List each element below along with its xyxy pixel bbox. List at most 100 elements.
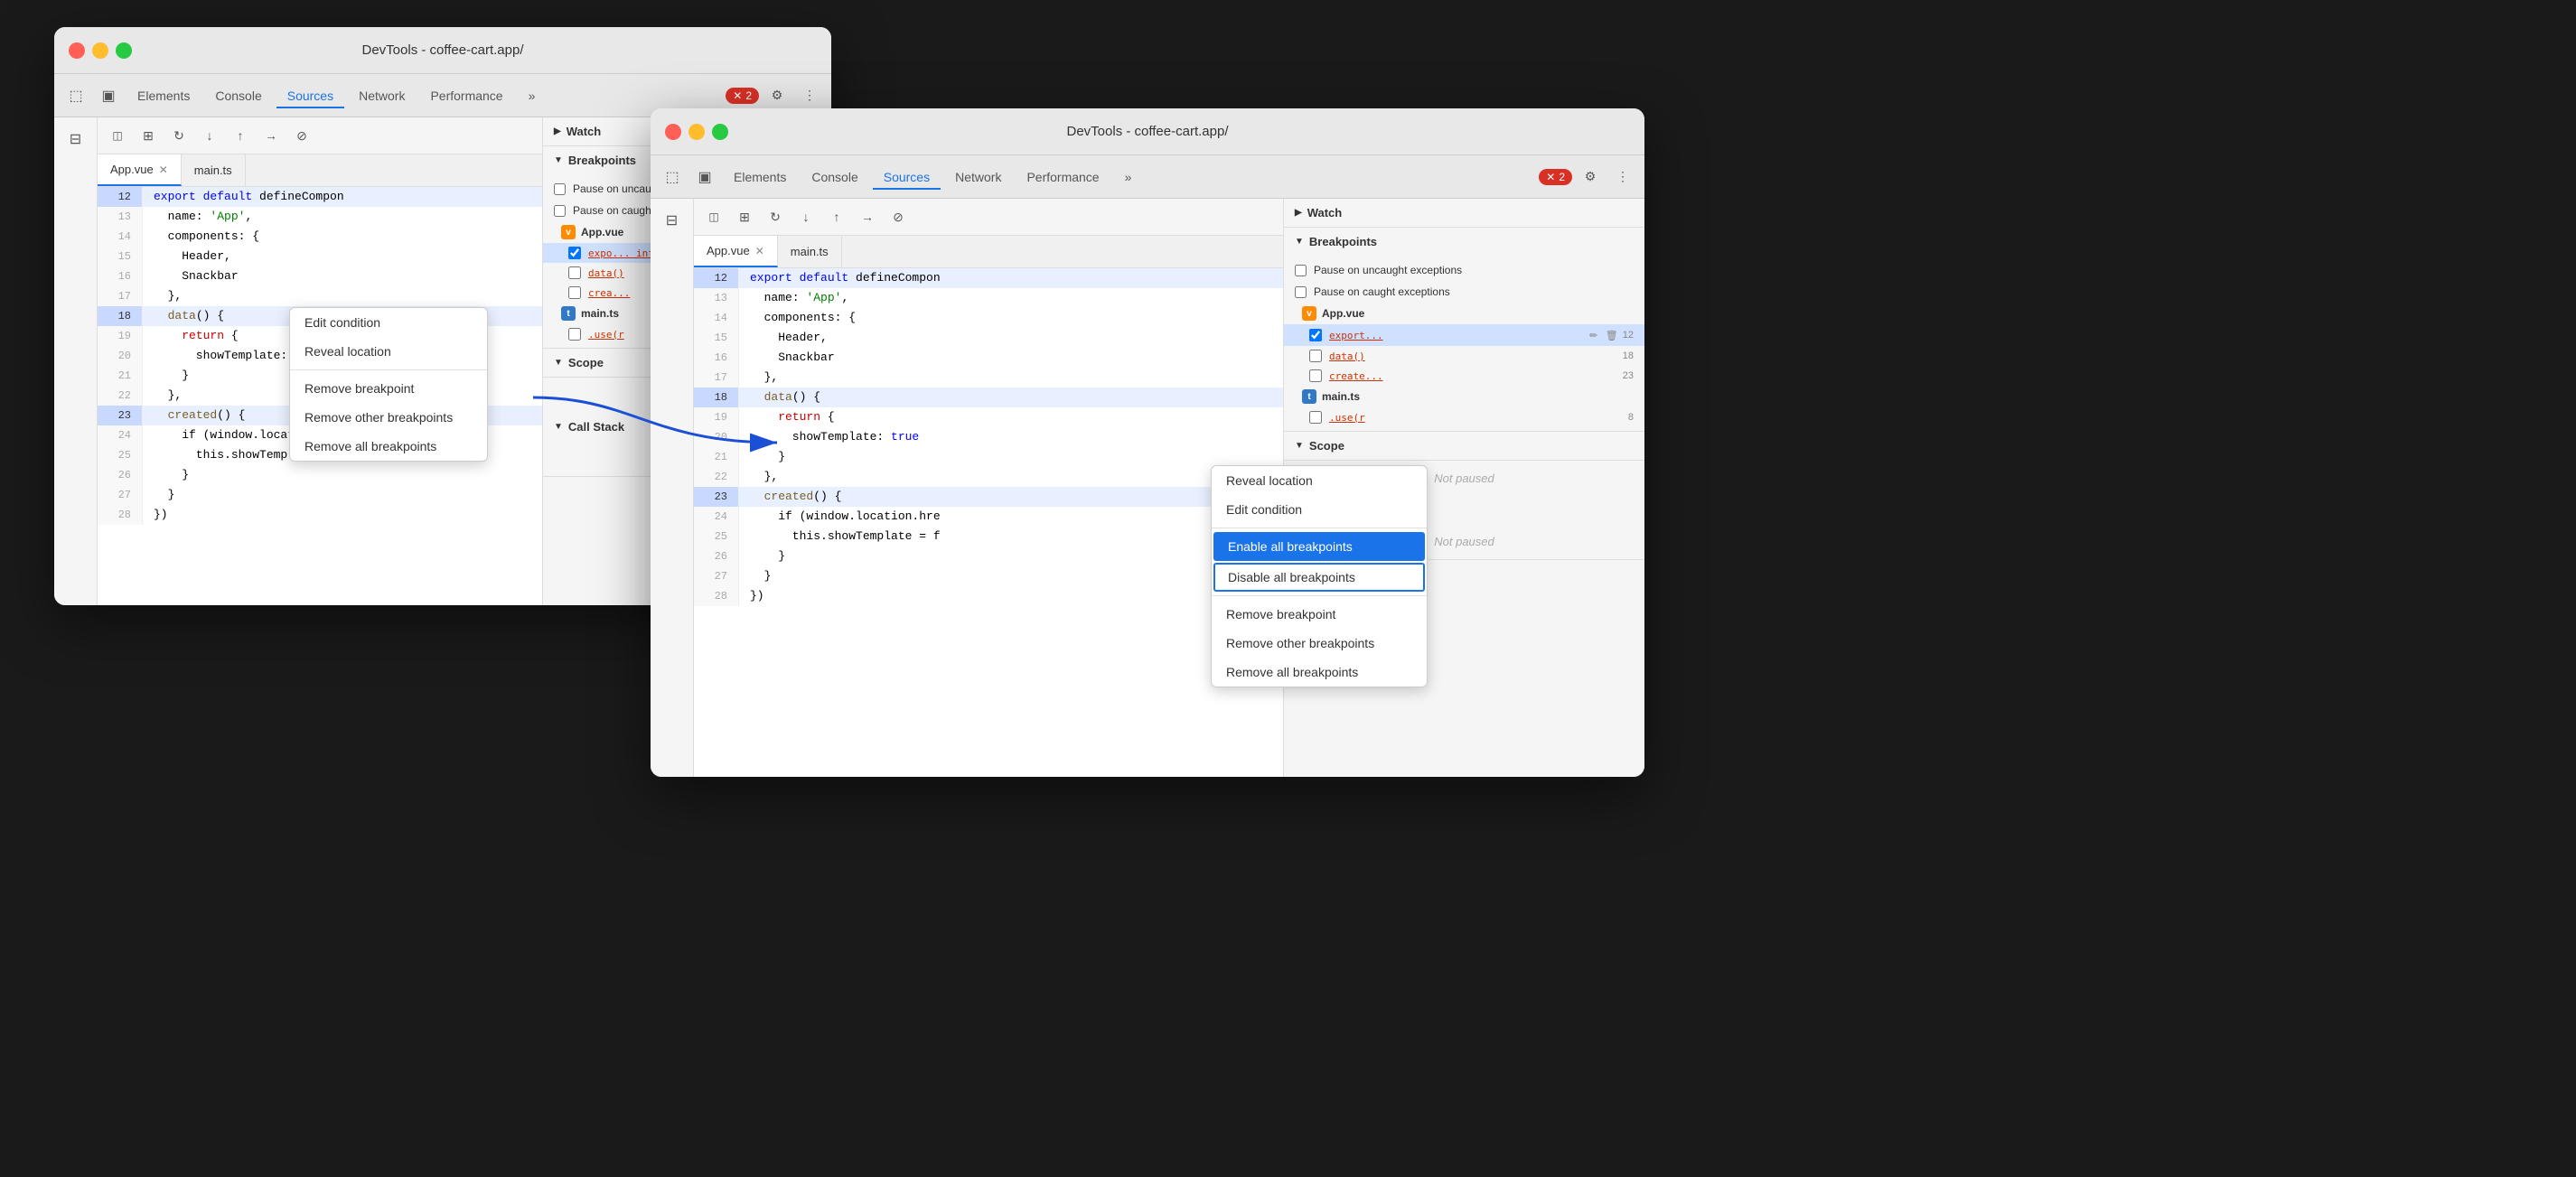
error-count-1: 2 [745, 89, 752, 102]
tab-elements-2[interactable]: Elements [723, 164, 797, 190]
tab-network-2[interactable]: Network [944, 164, 1012, 190]
cm-reveal-location-1[interactable]: Reveal location [290, 337, 487, 366]
maximize-button-2[interactable] [712, 124, 728, 140]
tab-performance-2[interactable]: Performance [1016, 164, 1110, 190]
context-menu-2: Reveal location Edit condition Enable al… [1211, 465, 1428, 687]
tab-sources-2[interactable]: Sources [873, 164, 941, 190]
bp-data-checkbox-1[interactable] [568, 266, 581, 279]
breakpoints-body-2: Pause on uncaught exceptions Pause on ca… [1284, 256, 1644, 431]
columns-btn-1[interactable]: ⊞ [136, 123, 161, 148]
code-line-13-2: 13 name: 'App', [694, 288, 1283, 308]
scope-header-2[interactable]: ▼ Scope [1284, 432, 1644, 460]
inspect-icon-2[interactable]: ⬚ [658, 163, 687, 191]
minimize-button-1[interactable] [92, 42, 108, 59]
minimize-button-2[interactable] [688, 124, 705, 140]
maximize-button-1[interactable] [116, 42, 132, 59]
deactivate-bp-2[interactable]: ⊘ [885, 204, 911, 229]
bp-export-checkbox-1[interactable] [568, 247, 581, 259]
bp-use-line-2: 8 [1628, 412, 1634, 423]
bp-edit-icon-2[interactable]: ✏ [1587, 328, 1601, 342]
sidebar-toggle-1[interactable]: ⊟ [61, 125, 90, 154]
step-out-2[interactable]: ↑ [824, 204, 849, 229]
panel-toggle-1[interactable]: ◫ [105, 123, 130, 148]
bp-created-checkbox-1[interactable] [568, 286, 581, 299]
continue-2[interactable]: → [855, 204, 880, 229]
bp-created-code-2[interactable]: create... [1329, 370, 1383, 382]
code-line-26-2: 26 } [694, 546, 1283, 566]
tab-sources-1[interactable]: Sources [276, 83, 344, 108]
bp-use-code-1[interactable]: .use(r [588, 329, 624, 341]
bp-data-code-2[interactable]: data() [1329, 350, 1365, 362]
cm-edit-condition-2[interactable]: Edit condition [1212, 495, 1427, 524]
bp-item-data-2: data() 18 [1284, 346, 1644, 366]
bp-export-code-2[interactable]: export... [1329, 330, 1383, 341]
breakpoints-header-2[interactable]: ▼ Breakpoints [1284, 228, 1644, 256]
file-tab-appvue-2[interactable]: App.vue ✕ [694, 236, 778, 267]
pause-caught-checkbox-1[interactable] [554, 205, 566, 217]
tab-performance-1[interactable]: Performance [419, 83, 513, 108]
cm-remove-bp-1[interactable]: Remove breakpoint [290, 374, 487, 403]
settings-icon-2[interactable]: ⚙ [1576, 163, 1605, 191]
bp-created-code-1[interactable]: crea... [588, 287, 630, 299]
cm-enable-all-2[interactable]: Enable all breakpoints [1213, 532, 1425, 561]
step-into-1[interactable]: ↓ [197, 123, 222, 148]
ts-icon-2: t [1302, 389, 1316, 404]
inspect-icon[interactable]: ⬚ [61, 81, 90, 110]
close-button-1[interactable] [69, 42, 85, 59]
toolbar-2: ◫ ⊞ ↻ ↓ ↑ → ⊘ [694, 199, 1283, 236]
close-button-2[interactable] [665, 124, 681, 140]
call-stack-label-1: Call Stack [568, 420, 624, 434]
pause-uncaught-checkbox-2[interactable] [1295, 265, 1307, 276]
bp-use-code-2[interactable]: .use(r [1329, 412, 1365, 424]
tab-more-1[interactable]: » [518, 83, 547, 108]
bp-data-checkbox-2[interactable] [1309, 350, 1322, 362]
bp-export-checkbox-2[interactable] [1309, 329, 1322, 341]
file-tab-appvue-1[interactable]: App.vue ✕ [98, 154, 182, 186]
bp-delete-icon-2[interactable]: 🗑 [1605, 328, 1619, 342]
tab-console-1[interactable]: Console [204, 83, 272, 108]
code-line-16-1: 16 Snackbar [98, 266, 542, 286]
tab-network-1[interactable]: Network [348, 83, 416, 108]
file-tab-close-2[interactable]: ✕ [755, 245, 764, 257]
tab-console-2[interactable]: Console [801, 164, 868, 190]
code-line-15-1: 15 Header, [98, 247, 542, 266]
code-line-26-1: 26 } [98, 465, 542, 485]
file-tab-close-1[interactable]: ✕ [159, 163, 168, 176]
step-over-2[interactable]: ↻ [763, 204, 788, 229]
more-icon-1[interactable]: ⋮ [795, 81, 824, 110]
scope-arrow-2: ▼ [1295, 441, 1304, 451]
bp-file-maints-label-1: main.ts [581, 307, 619, 320]
bp-use-checkbox-2[interactable] [1309, 411, 1322, 424]
cm-remove-other-1[interactable]: Remove other breakpoints [290, 403, 487, 432]
cm-remove-all-1[interactable]: Remove all breakpoints [290, 432, 487, 461]
columns-btn-2[interactable]: ⊞ [732, 204, 757, 229]
pause-caught-checkbox-2[interactable] [1295, 286, 1307, 298]
more-icon-2[interactable]: ⋮ [1608, 163, 1637, 191]
deactivate-bp-1[interactable]: ⊘ [289, 123, 314, 148]
panel-toggle-2[interactable]: ◫ [701, 204, 726, 229]
continue-1[interactable]: → [258, 123, 284, 148]
bp-data-code-1[interactable]: data() [588, 267, 624, 279]
pause-uncaught-checkbox-1[interactable] [554, 183, 566, 195]
cm-remove-all-2[interactable]: Remove all breakpoints [1212, 658, 1427, 687]
cm-disable-all-2[interactable]: Disable all breakpoints [1213, 563, 1425, 592]
cm-remove-other-2[interactable]: Remove other breakpoints [1212, 629, 1427, 658]
titlebar-1: DevTools - coffee-cart.app/ [54, 27, 831, 74]
watch-header-2[interactable]: ▶ Watch [1284, 199, 1644, 227]
step-over-1[interactable]: ↻ [166, 123, 192, 148]
cm-edit-condition-1[interactable]: Edit condition [290, 308, 487, 337]
sidebar-toggle-2[interactable]: ⊟ [658, 206, 687, 235]
step-into-2[interactable]: ↓ [793, 204, 819, 229]
settings-icon-1[interactable]: ⚙ [763, 81, 792, 110]
tab-more-2[interactable]: » [1114, 164, 1143, 190]
file-tab-maints-2[interactable]: main.ts [778, 236, 842, 267]
step-out-1[interactable]: ↑ [228, 123, 253, 148]
cm-remove-bp-2[interactable]: Remove breakpoint [1212, 600, 1427, 629]
cm-reveal-location-2[interactable]: Reveal location [1212, 466, 1427, 495]
device-icon[interactable]: ▣ [94, 81, 123, 110]
device-icon-2[interactable]: ▣ [690, 163, 719, 191]
file-tab-maints-1[interactable]: main.ts [182, 154, 246, 186]
bp-created-checkbox-2[interactable] [1309, 369, 1322, 382]
bp-use-checkbox-1[interactable] [568, 328, 581, 341]
tab-elements-1[interactable]: Elements [126, 83, 201, 108]
